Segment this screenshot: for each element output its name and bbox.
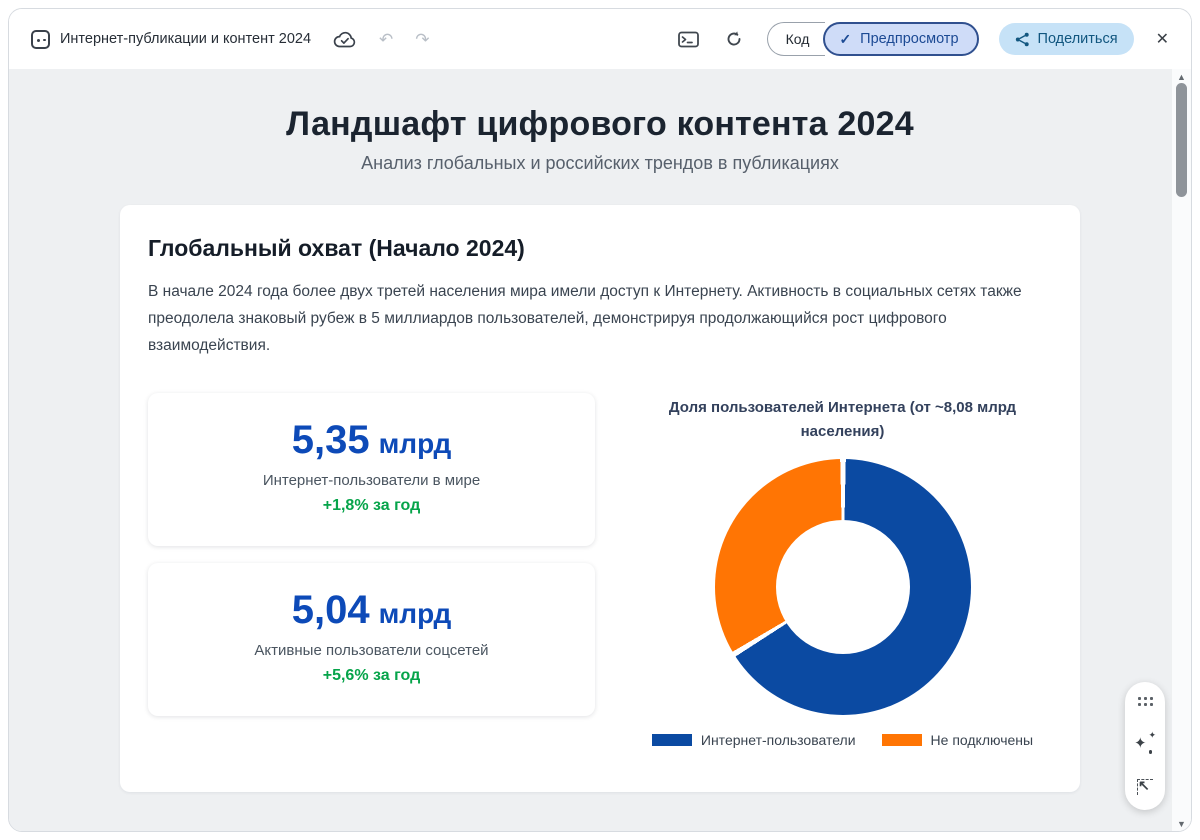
legend-swatch-orange [882,734,922,746]
redo-icon[interactable]: ↷ [415,31,429,48]
share-button[interactable]: Поделиться [999,23,1134,55]
preview-tab-label: Предпросмотр [860,31,958,47]
stat-delta: +5,6% за год [166,667,577,685]
legend-item-internet-users: Интернет-пользователи [652,732,856,748]
global-reach-card: Глобальный охват (Начало 2024) В начале … [120,205,1080,792]
stat-value: 5,04млрд [166,590,577,630]
view-toggle: Код ✓ Предпросмотр [767,22,979,56]
floating-toolbar: ✦ ✦ ↖ [1125,682,1165,810]
scroll-down-icon[interactable]: ▼ [1172,819,1191,829]
stat-card-social-users: 5,04млрд Активные пользователи соцсетей … [148,563,595,716]
artifact-icon [31,30,50,49]
section-heading: Глобальный охват (Начало 2024) [148,235,1052,262]
page-subtitle: Анализ глобальных и российских трендов в… [120,153,1080,174]
chart-title: Доля пользователей Интернета (от ~8,08 м… [648,396,1038,443]
share-button-label: Поделиться [1038,31,1118,47]
refresh-icon[interactable] [725,30,743,48]
stat-card-internet-users: 5,35млрд Интернет-пользователи в мире +1… [148,393,595,546]
stat-label: Активные пользователи соцсетей [166,642,577,659]
undo-icon[interactable]: ↶ [379,31,393,48]
stat-value: 5,35млрд [166,420,577,460]
preview-viewport: Ландшафт цифрового контента 2024 Анализ … [9,69,1191,832]
scrollbar-thumb[interactable] [1176,83,1187,197]
section-paragraph: В начале 2024 года более двух третей нас… [148,278,1052,359]
artifact-window: Интернет-публикации и контент 2024 ↶ ↷ [8,8,1192,832]
cloud-saved-icon [333,31,357,48]
page-title: Ландшафт цифрового контента 2024 [120,105,1080,144]
chart-legend: Интернет-пользователи Не подключены [652,732,1033,748]
stat-delta: +1,8% за год [166,497,577,515]
doughnut-chart [715,459,971,715]
close-icon[interactable]: ✕ [1156,29,1169,49]
check-icon: ✓ [839,31,851,48]
drag-handle-icon[interactable] [1138,697,1153,706]
artifact-title: Интернет-публикации и контент 2024 [60,31,311,47]
scroll-up-icon[interactable]: ▲ [1172,72,1191,82]
legend-swatch-blue [652,734,692,746]
console-icon[interactable] [678,31,699,48]
preview-tab[interactable]: ✓ Предпросмотр [823,22,978,56]
stat-label: Интернет-пользователи в мире [166,472,577,489]
select-region-icon[interactable]: ↖ [1137,779,1153,795]
share-icon [1015,32,1030,47]
code-tab[interactable]: Код [767,22,826,56]
legend-item-not-connected: Не подключены [882,732,1034,748]
scrollbar[interactable]: ▲ ▼ [1171,69,1191,832]
topbar: Интернет-публикации и контент 2024 ↶ ↷ [9,9,1191,69]
ai-sparkle-icon[interactable]: ✦ ✦ [1135,733,1155,753]
